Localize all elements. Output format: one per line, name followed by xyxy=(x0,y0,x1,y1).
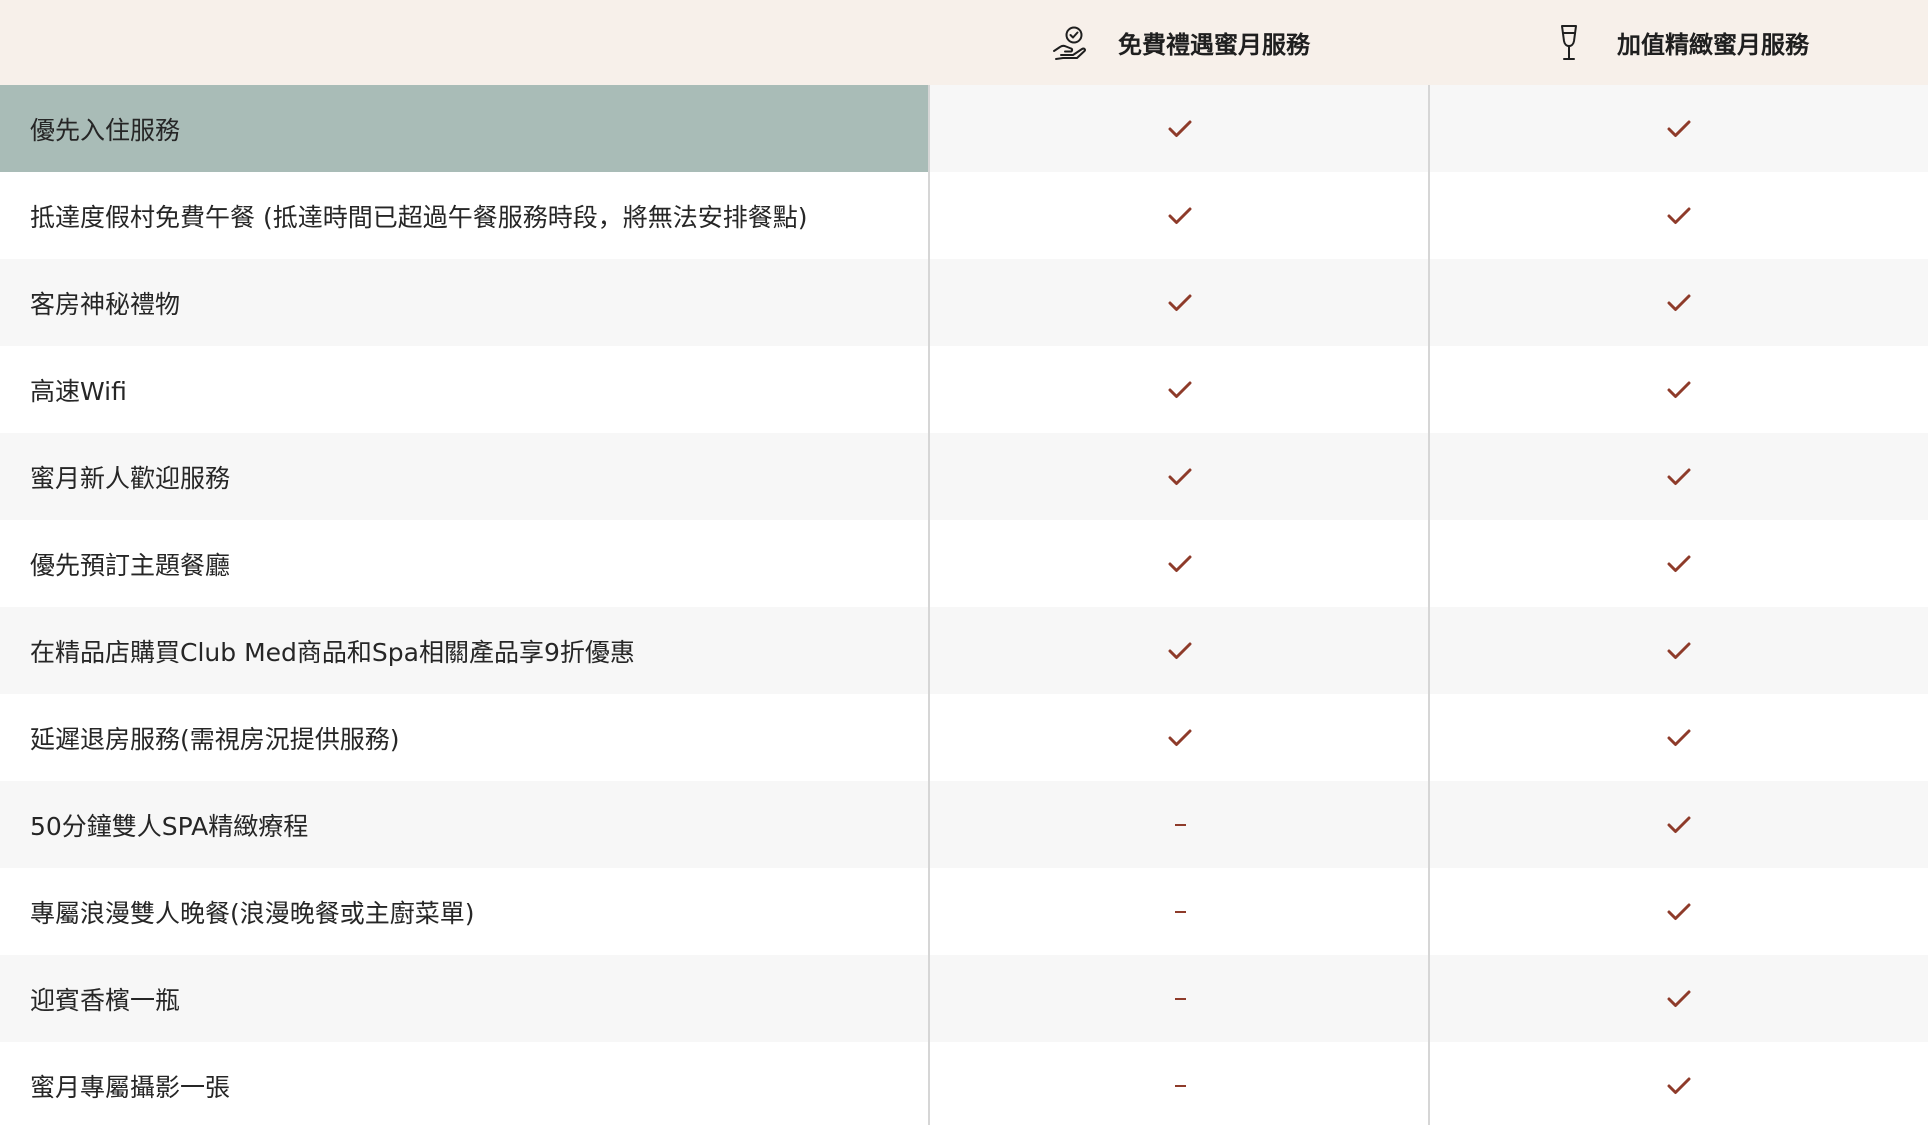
free-service-cell xyxy=(930,259,1430,346)
dash-icon xyxy=(1174,910,1186,913)
table-row: 在精品店購買Club Med商品和Spa相關產品享9折優惠 xyxy=(0,607,1928,694)
benefit-label: 客房神秘禮物 xyxy=(30,289,181,319)
check-icon xyxy=(1168,642,1192,660)
check-icon xyxy=(1667,207,1691,225)
check-icon xyxy=(1667,1077,1691,1095)
benefit-label: 在精品店購買Club Med商品和Spa相關產品享9折優惠 xyxy=(30,637,635,667)
benefit-label: 50分鐘雙人SPA精緻療程 xyxy=(30,811,309,841)
table-row: 蜜月專屬攝影一張 xyxy=(0,1042,1928,1125)
check-icon xyxy=(1168,294,1192,312)
free-service-cell xyxy=(930,1042,1430,1125)
premium-service-cell xyxy=(1430,259,1928,346)
honeymoon-benefits-table: 免費禮遇蜜月服務 加值精緻蜜月服務 優先入住服務抵達度假村免費午餐 (抵達時間已… xyxy=(0,0,1928,1125)
free-service-cell xyxy=(930,172,1430,259)
table-row: 專屬浪漫雙人晚餐(浪漫晚餐或主廚菜單) xyxy=(0,868,1928,955)
table-row: 抵達度假村免費午餐 (抵達時間已超過午餐服務時段，將無法安排餐點) xyxy=(0,172,1928,259)
premium-service-cell xyxy=(1430,346,1928,433)
dash-icon xyxy=(1174,823,1186,826)
check-icon xyxy=(1168,120,1192,138)
benefit-label: 優先入住服務 xyxy=(0,85,928,172)
free-service-cell xyxy=(930,346,1430,433)
table-row: 迎賓香檳一瓶 xyxy=(0,955,1928,1042)
header-premium-label: 加值精緻蜜月服務 xyxy=(1617,31,1809,59)
column-divider xyxy=(1428,85,1430,1125)
premium-service-cell xyxy=(1430,868,1928,955)
benefit-label: 延遲退房服務(需視房況提供服務) xyxy=(30,724,400,754)
check-icon xyxy=(1168,555,1192,573)
column-divider xyxy=(928,85,930,1125)
check-icon xyxy=(1667,120,1691,138)
check-icon xyxy=(1667,816,1691,834)
check-icon xyxy=(1168,729,1192,747)
free-service-cell xyxy=(930,433,1430,520)
benefit-rows: 優先入住服務抵達度假村免費午餐 (抵達時間已超過午餐服務時段，將無法安排餐點) 客… xyxy=(0,85,1928,1125)
benefit-label: 迎賓香檳一瓶 xyxy=(30,985,181,1015)
premium-service-cell xyxy=(1430,694,1928,781)
free-service-cell xyxy=(930,955,1430,1042)
benefit-label: 蜜月新人歡迎服務 xyxy=(30,463,231,493)
premium-service-cell xyxy=(1430,955,1928,1042)
benefit-label: 高速Wifi xyxy=(30,376,127,406)
check-icon xyxy=(1667,729,1691,747)
free-service-cell xyxy=(930,607,1430,694)
check-icon xyxy=(1168,468,1192,486)
free-service-cell xyxy=(930,520,1430,607)
check-icon xyxy=(1168,207,1192,225)
premium-service-cell xyxy=(1430,433,1928,520)
free-service-cell xyxy=(930,694,1430,781)
check-icon xyxy=(1667,642,1691,660)
table-row: 蜜月新人歡迎服務 xyxy=(0,433,1928,520)
premium-service-cell xyxy=(1430,172,1928,259)
hand-check-icon xyxy=(1050,23,1090,63)
check-icon xyxy=(1667,990,1691,1008)
check-icon xyxy=(1667,381,1691,399)
free-service-cell xyxy=(930,868,1430,955)
check-icon xyxy=(1667,294,1691,312)
champagne-glass-icon xyxy=(1549,23,1589,63)
table-row: 延遲退房服務(需視房況提供服務) xyxy=(0,694,1928,781)
free-service-cell xyxy=(930,781,1430,868)
benefit-label: 抵達度假村免費午餐 (抵達時間已超過午餐服務時段，將無法安排餐點) xyxy=(30,202,808,232)
table-row[interactable]: 優先入住服務 xyxy=(0,85,1928,172)
table-row: 高速Wifi xyxy=(0,346,1928,433)
benefit-label: 專屬浪漫雙人晚餐(浪漫晚餐或主廚菜單) xyxy=(30,898,475,928)
table-row: 優先預訂主題餐廳 xyxy=(0,520,1928,607)
table-header: 免費禮遇蜜月服務 加值精緻蜜月服務 xyxy=(0,0,1928,85)
check-icon xyxy=(1667,468,1691,486)
dash-icon xyxy=(1174,997,1186,1000)
header-free-honeymoon: 免費禮遇蜜月服務 xyxy=(930,0,1430,85)
header-premium-honeymoon: 加值精緻蜜月服務 xyxy=(1430,0,1928,85)
table-row: 50分鐘雙人SPA精緻療程 xyxy=(0,781,1928,868)
free-service-cell xyxy=(930,85,1430,172)
check-icon xyxy=(1667,555,1691,573)
premium-service-cell xyxy=(1430,85,1928,172)
header-free-label: 免費禮遇蜜月服務 xyxy=(1118,31,1310,59)
premium-service-cell xyxy=(1430,520,1928,607)
table-row: 客房神秘禮物 xyxy=(0,259,1928,346)
premium-service-cell xyxy=(1430,1042,1928,1125)
check-icon xyxy=(1667,903,1691,921)
benefit-label: 優先預訂主題餐廳 xyxy=(30,550,231,580)
premium-service-cell xyxy=(1430,781,1928,868)
check-icon xyxy=(1168,381,1192,399)
dash-icon xyxy=(1174,1084,1186,1087)
premium-service-cell xyxy=(1430,607,1928,694)
benefit-label: 蜜月專屬攝影一張 xyxy=(30,1072,231,1102)
